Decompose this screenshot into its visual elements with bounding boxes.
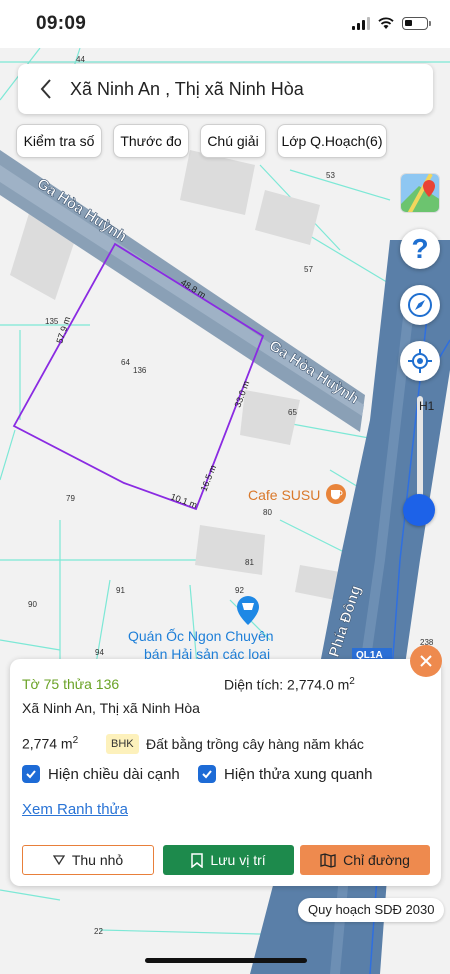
parcel-id: Tờ 75 thửa 136 [22,676,120,692]
planning-layer-badge[interactable]: Quy hoạch SDĐ 2030 [298,898,445,922]
parcel-number: 80 [263,508,272,517]
chevron-left-icon [40,79,51,99]
parcel-number: 136 [133,366,147,375]
parcel-info-panel: Tờ 75 thửa 136 Diện tích: 2,774.0 m2 Xã … [10,659,441,886]
my-location-button[interactable] [400,341,440,381]
parcel-number: 79 [66,494,75,503]
directions-label: Chỉ đường [343,852,410,868]
show-neighbor-parcels-toggle[interactable]: Hiện thửa xung quanh [198,765,372,783]
map-layers-icon [401,174,439,212]
show-edge-length-toggle[interactable]: Hiện chiều dài cạnh [22,765,180,783]
land-size: 2,774 m2 [22,735,79,752]
map-type-toggle[interactable] [400,173,440,213]
poi-cafe-label[interactable]: Cafe SUSU [248,487,320,503]
land-code-badge: BHK [106,734,139,754]
shrink-button-label: Thu nhỏ [71,852,124,868]
show-neighbor-parcels-label: Hiện thửa xung quanh [224,765,373,783]
bookmark-icon [191,852,204,868]
battery-icon [402,16,431,30]
parcel-number: 94 [95,648,104,657]
parcel-number: 81 [245,558,254,567]
search-header[interactable]: Xã Ninh An , Thị xã Ninh Hòa [18,64,433,114]
parcel-number: 44 [76,55,85,64]
help-button[interactable]: ? [400,229,440,269]
chip-ruler[interactable]: Thước đo [113,124,189,158]
save-location-label: Lưu vị trí [210,852,266,868]
chip-legend[interactable]: Chú giải [200,124,266,158]
parcel-number: 57 [304,265,313,274]
map-icon [320,852,336,868]
save-location-button[interactable]: Lưu vị trí [163,845,294,875]
parcel-number: 53 [326,171,335,180]
compass-button[interactable] [400,285,440,325]
home-indicator[interactable] [145,958,307,963]
parcel-number: 90 [28,600,37,609]
checkbox-checked-icon[interactable] [22,765,40,783]
directions-button[interactable]: Chỉ đường [300,845,430,875]
status-bar: 09:09 [0,0,450,48]
parcel-location: Xã Ninh An, Thị xã Ninh Hòa [22,700,200,716]
cellular-signal-icon [352,16,370,30]
compass-icon [408,293,432,317]
locate-icon [408,349,432,373]
chip-planning-layer[interactable]: Lớp Q.Hoạch(6) [277,124,387,158]
parcel-area: Diện tích: 2,774.0 m2 [224,676,355,693]
parcel-number: 135 [45,317,59,326]
parcel-number: 64 [121,358,130,367]
chip-check-number[interactable]: Kiểm tra số [16,124,102,158]
close-panel-button[interactable] [410,645,442,677]
poi-shop-line1[interactable]: Quán Ốc Ngon Chuyên [128,627,274,644]
opacity-slider-label: H1 [419,399,435,413]
shrink-button[interactable]: Thu nhỏ [22,845,154,875]
parcel-number: 65 [288,408,297,417]
opacity-slider-knob[interactable] [403,494,435,526]
wifi-icon [378,16,394,29]
parcel-number: 92 [235,586,244,595]
view-parcel-boundary-link[interactable]: Xem Ranh thửa [22,801,128,818]
parcel-number: 22 [94,927,103,936]
opacity-slider-track[interactable] [417,396,423,510]
location-title: Xã Ninh An , Thị xã Ninh Hòa [70,78,304,99]
close-icon [420,655,432,667]
help-icon: ? [411,233,429,264]
land-description: Đất bằng trồng cây hàng năm khác [146,736,364,752]
parcel-number: 91 [116,586,125,595]
triangle-down-icon [52,855,65,865]
checkbox-checked-icon[interactable] [198,765,216,783]
status-time: 09:09 [36,13,87,34]
back-button[interactable] [26,64,66,114]
show-edge-length-label: Hiện chiều dài cạnh [48,765,180,783]
